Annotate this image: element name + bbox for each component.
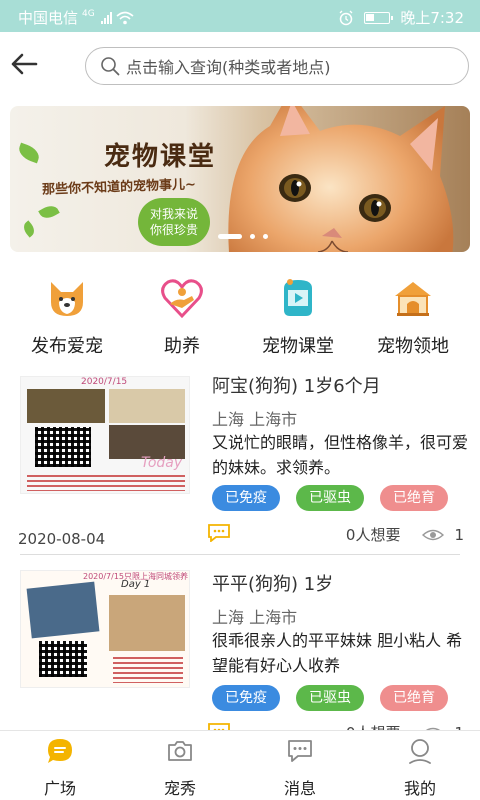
cta-line-1: 对我来说	[149, 207, 198, 221]
battery-icon	[364, 11, 394, 24]
nav-label: 助养	[164, 336, 200, 357]
carousel-indicator[interactable]	[218, 234, 268, 239]
post-date: 2020-08-04	[18, 530, 106, 548]
banner-cta-bubble: 对我来说 你很珍贵	[138, 198, 210, 246]
leaf-decoration	[20, 220, 38, 238]
chat-bubble-icon	[48, 739, 72, 763]
back-arrow-icon[interactable]	[8, 48, 40, 80]
pet-photo[interactable]: 2020/7/15只限上海同城领养! Day 1	[20, 570, 190, 688]
tag-neutered: 已绝育	[380, 485, 448, 511]
view-icon	[422, 529, 445, 540]
network-label: 4G	[82, 8, 95, 19]
pet-name: 平平(狗狗) 1岁	[212, 574, 334, 595]
signal-icon	[100, 11, 112, 24]
photo-script: Day 1	[121, 579, 151, 590]
tab-pet-show[interactable]: 宠秀	[120, 737, 240, 799]
pet-tags: 已免疫 已驱虫 已绝育	[212, 485, 448, 511]
tab-label: 广场	[43, 779, 76, 798]
bottom-tab-bar: 广场 宠秀 消息 我的	[0, 730, 480, 800]
nav-pet-class[interactable]: 宠物课堂	[238, 270, 358, 358]
status-bar: 中国电信 4G 晚上7:32	[0, 0, 480, 32]
tag-dewormed: 已驱虫	[296, 685, 364, 711]
pet-description: 很乖很亲人的平平妹妹 胆小粘人 希望能有好心人收养	[212, 631, 463, 675]
nav-label: 发布爱宠	[31, 336, 103, 357]
tab-label: 消息	[283, 779, 316, 798]
shiba-dog-icon	[51, 282, 83, 316]
doghouse-icon	[395, 282, 431, 316]
pet-tags: 已免疫 已驱虫 已绝育	[212, 685, 448, 711]
banner-title: 宠物课堂	[104, 142, 217, 172]
tab-label: 我的	[403, 779, 436, 798]
pet-location: 上海 上海市	[212, 608, 298, 627]
pet-post-card[interactable]: 2020/7/15只限上海同城领养! Day 1 平平(狗狗) 1岁 上海 上海…	[0, 568, 480, 742]
nav-pet-territory[interactable]: 宠物领地	[353, 270, 473, 358]
tab-messages[interactable]: 消息	[240, 737, 360, 799]
tab-square[interactable]: 广场	[0, 737, 120, 799]
alarm-icon	[339, 10, 353, 25]
search-placeholder: 点击输入查询(种类或者地点)	[126, 58, 331, 77]
heart-hand-icon	[161, 279, 203, 319]
view-count: 1	[454, 525, 464, 544]
search-icon	[101, 57, 120, 76]
promo-banner[interactable]: 宠物课堂 那些你不知道的宠物事儿~ 对我来说 你很珍贵	[10, 106, 470, 252]
nav-publish-pet[interactable]: 发布爱宠	[7, 270, 127, 358]
nav-label: 宠物课堂	[262, 336, 334, 357]
wifi-icon	[116, 11, 134, 24]
camera-icon	[168, 741, 192, 761]
leaf-decoration	[16, 142, 42, 164]
pet-name: 阿宝(狗狗) 1岁6个月	[212, 376, 381, 397]
post-meta: 0人想要 1	[346, 524, 464, 545]
quick-nav: 发布爱宠 助养 宠物课堂 宠物领地	[0, 270, 480, 360]
carousel-dot-active[interactable]	[218, 234, 242, 239]
nav-label: 宠物领地	[377, 336, 449, 357]
carrier-label: 中国电信	[18, 9, 79, 27]
pet-post-card[interactable]: 2020/7/15 Today 阿宝(狗狗) 1岁6个月 上海 上海市 又说忙的…	[0, 372, 480, 550]
pet-description: 又说忙的眼睛，但性格像羊，很可爱的妹妹。求领养。	[212, 433, 469, 477]
tag-vaccinated: 已免疫	[212, 685, 280, 711]
carousel-dot[interactable]	[250, 234, 255, 239]
pet-photo[interactable]: 2020/7/15 Today	[20, 376, 190, 494]
video-play-icon	[284, 279, 312, 316]
pet-location: 上海 上海市	[212, 410, 298, 429]
tag-neutered: 已绝育	[380, 685, 448, 711]
tag-dewormed: 已驱虫	[296, 485, 364, 511]
user-icon	[409, 739, 431, 764]
nav-foster[interactable]: 助养	[122, 270, 242, 358]
post-divider	[20, 554, 460, 555]
photo-script: Today	[141, 455, 183, 471]
search-input[interactable]: 点击输入查询(种类或者地点)	[85, 47, 469, 85]
wants-count: 0人想要	[345, 526, 401, 544]
comment-icon[interactable]	[208, 524, 230, 542]
clock-label: 晚上7:32	[400, 9, 464, 27]
tag-vaccinated: 已免疫	[212, 485, 280, 511]
message-icon	[288, 740, 312, 762]
leaf-decoration	[38, 202, 60, 222]
kitten-image	[228, 106, 454, 252]
banner-subtitle: 那些你不知道的宠物事儿~	[41, 177, 197, 198]
photo-caption: 2020/7/15	[81, 377, 128, 387]
carousel-dot[interactable]	[263, 234, 268, 239]
tab-mine[interactable]: 我的	[360, 737, 480, 799]
cta-line-2: 你很珍贵	[149, 223, 198, 237]
tab-label: 宠秀	[163, 779, 196, 798]
